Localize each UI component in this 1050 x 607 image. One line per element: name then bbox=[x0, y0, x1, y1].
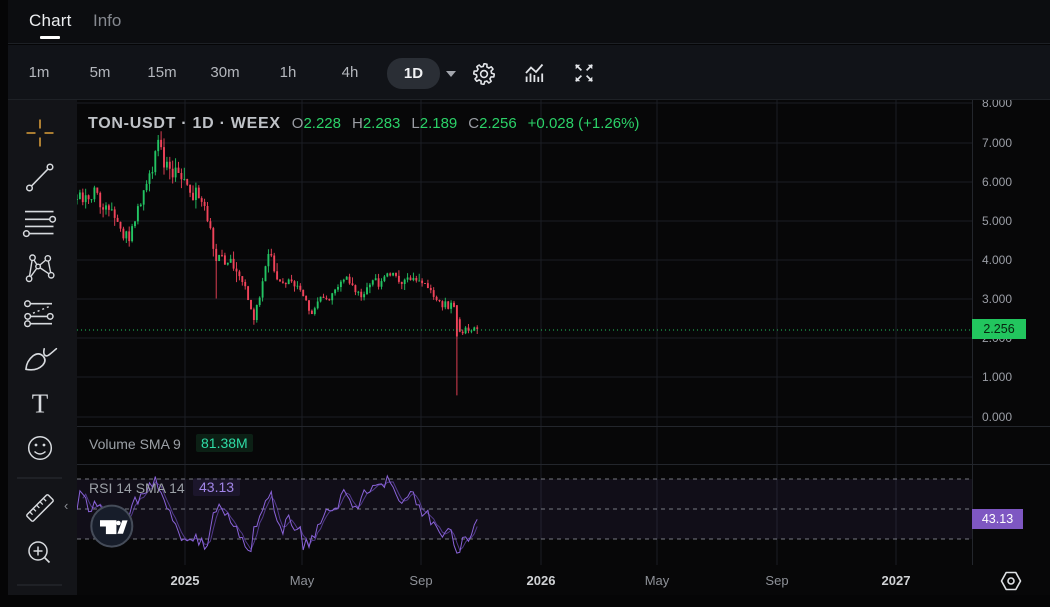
svg-text:T: T bbox=[32, 389, 49, 419]
